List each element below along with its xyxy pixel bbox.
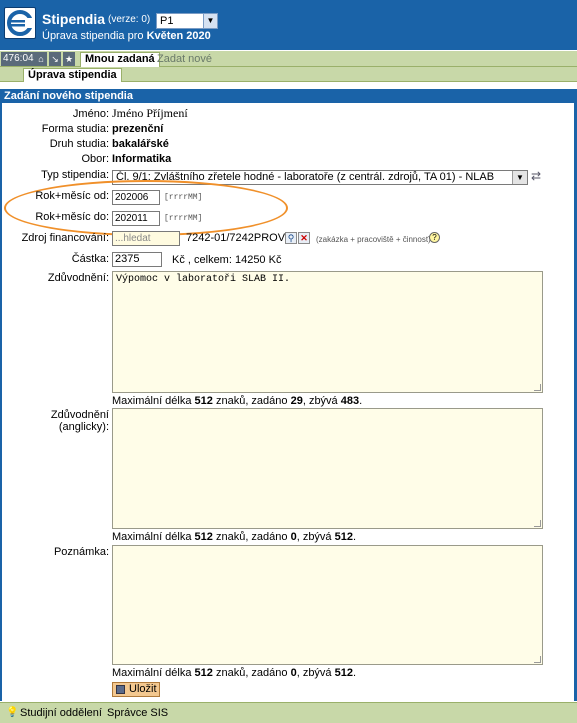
save-button[interactable]: Uložit — [112, 682, 160, 697]
typ-stipendia-label: Typ stipendia: — [41, 169, 109, 181]
version-label: (verze: 0) — [108, 14, 151, 25]
rok-mesic-do-input[interactable]: 202011 — [112, 211, 160, 226]
counter-text: Maximální délka — [112, 667, 195, 679]
app-title: Stipendia — [42, 11, 106, 27]
poznamka-label: Poznámka: — [53, 546, 109, 558]
obor-label: Obor: — [81, 153, 109, 165]
refresh-icon[interactable]: ⇄ — [531, 169, 541, 183]
counter-left: 512 — [334, 531, 353, 543]
counter-max: 512 — [194, 395, 213, 407]
subtitle-period: Květen 2020 — [146, 30, 211, 42]
jmeno-value: Jméno Příjmení — [112, 106, 188, 120]
zduvodneni-counter: Maximální délka 512 znaků, zadáno 29, zb… — [112, 395, 362, 407]
zduvodneni-en-counter: Maximální délka 512 znaků, zadáno 0, zbý… — [112, 531, 356, 543]
zdroj-search-input[interactable]: ...hledat — [112, 231, 180, 246]
zdroj-hint: (zakázka + pracoviště + činnost) — [316, 235, 431, 244]
counter-max: 512 — [194, 531, 213, 543]
tab-mnou-zadana[interactable]: Mnou zadaná — [80, 52, 160, 67]
app-header: Stipendia (verze: 0) P1 ▼ Úprava stipend… — [0, 0, 577, 50]
rok-mesic-od-label: Rok+měsíc od: — [35, 190, 109, 202]
arrows-icon[interactable]: ↘ — [49, 52, 61, 66]
subtitle-prefix: Úprava stipendia pro — [42, 30, 147, 42]
period-value: P1 — [160, 15, 174, 27]
chevron-down-icon[interactable]: ▼ — [512, 171, 527, 184]
page-subtitle: Úprava stipendia pro Květen 2020 — [42, 30, 211, 42]
close-icon[interactable]: ✕ — [298, 232, 310, 244]
rok-mesic-od-input[interactable]: 202006 — [112, 190, 160, 205]
counter-text: znaků, zadáno — [212, 667, 291, 679]
counter-text: Maximální délka — [112, 531, 195, 543]
resize-handle[interactable] — [534, 384, 541, 391]
forma-studia-label: Forma studia: — [41, 123, 109, 135]
counter-left: 483 — [340, 395, 360, 407]
zduvodneni-en-textarea[interactable] — [112, 408, 543, 529]
counter-text: . — [352, 667, 357, 679]
poznamka-counter: Maximální délka 512 znaků, zadáno 0, zbý… — [112, 667, 356, 679]
period-select[interactable]: P1 ▼ — [156, 13, 218, 29]
castka-label: Částka: — [71, 253, 109, 265]
castka-input[interactable]: 2375 — [112, 252, 162, 267]
zduvodneni-en-label: Zdůvodnění (anglicky): — [50, 409, 109, 433]
zdroj-financovani-label: Zdroj financování: — [21, 232, 109, 244]
counter-text: Maximální délka — [112, 395, 195, 407]
star-icon[interactable]: ★ — [63, 52, 75, 66]
highlight-ellipse — [4, 180, 288, 236]
jmeno-label: Jméno: — [72, 108, 109, 120]
tab-zadat-nove[interactable]: Zadat nové — [157, 53, 212, 65]
subtab-uprava-stipendia[interactable]: Úprava stipendia — [23, 68, 122, 82]
euro-logo-icon — [4, 7, 36, 39]
toolbar: 476:04 ⌂ ↘ ★ Mnou zadaná Zadat nové — [0, 51, 577, 67]
counter-left: 512 — [334, 667, 353, 679]
frame-border-left — [0, 103, 2, 701]
save-disk-icon — [116, 685, 125, 694]
counter-text: . — [359, 395, 363, 407]
counter-text: , zbývá — [296, 667, 335, 679]
footer-link-studijni-oddeleni[interactable]: Studijní oddělení — [20, 707, 102, 719]
footer: 💡 Studijní oddělení Správce SIS — [0, 702, 577, 723]
section-title: Zadání nového stipendia — [0, 89, 577, 103]
rok-mesic-do-hint: [rrrrMM] — [164, 214, 203, 223]
counter-max: 512 — [194, 667, 213, 679]
counter-text: , zbývá — [302, 395, 341, 407]
rok-mesic-od-hint: [rrrrMM] — [164, 193, 203, 202]
castka-suffix: Kč , celkem: 14250 Kč — [172, 254, 282, 266]
search-icon[interactable]: ⚲ — [285, 232, 297, 244]
resize-handle[interactable] — [534, 656, 541, 663]
chevron-down-icon[interactable]: ▼ — [203, 14, 217, 28]
zduvodneni-text: Výpomoc v laboratoři SLAB II. — [116, 274, 291, 285]
counter-used: 29 — [290, 395, 303, 407]
resize-handle[interactable] — [534, 520, 541, 527]
druh-studia-label: Druh studia: — [49, 138, 109, 150]
poznamka-textarea[interactable] — [112, 545, 543, 665]
zduvodneni-label: Zdůvodnění: — [47, 272, 109, 284]
help-icon[interactable]: ? — [429, 232, 440, 243]
subtab-bar: Úprava stipendia — [0, 67, 577, 82]
save-label: Uložit — [129, 683, 157, 695]
home-icon[interactable]: ⌂ — [35, 52, 47, 66]
druh-studia-value: bakalářské — [112, 138, 169, 150]
zdroj-value: 7242-01/7242PROV — [186, 232, 286, 244]
counter-text: znaků, zadáno — [212, 531, 291, 543]
zduvodneni-textarea[interactable]: Výpomoc v laboratoři SLAB II. — [112, 271, 543, 393]
forma-studia-value: prezenční — [112, 123, 164, 135]
counter-text: znaků, zadáno — [212, 395, 291, 407]
counter-text: . — [352, 531, 357, 543]
rok-mesic-do-label: Rok+měsíc do: — [35, 211, 109, 223]
lightbulb-icon: 💡 — [6, 707, 19, 718]
footer-link-spravce-sis[interactable]: Správce SIS — [107, 707, 168, 719]
session-counter: 476:04 — [1, 52, 36, 66]
counter-text: , zbývá — [296, 531, 335, 543]
obor-value: Informatika — [112, 153, 172, 165]
